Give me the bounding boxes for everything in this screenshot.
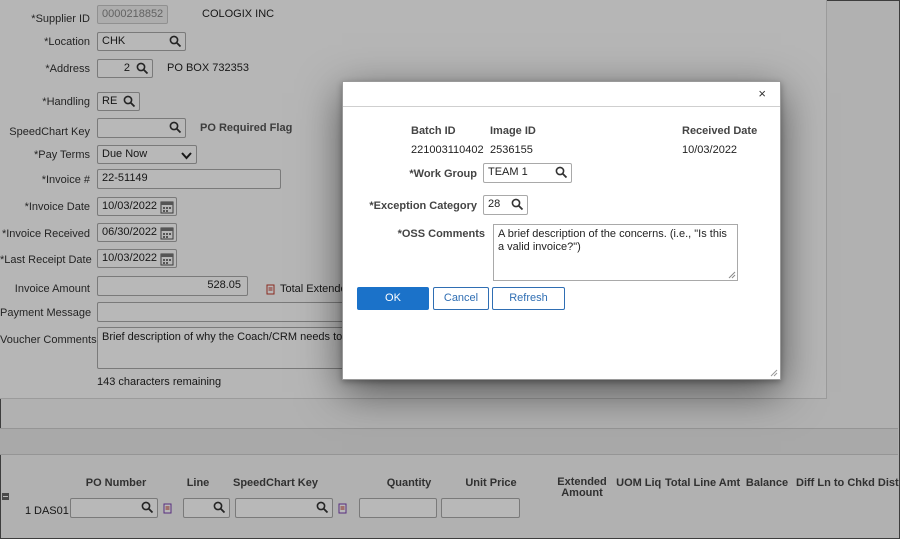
resize-grip-icon[interactable] [728, 271, 736, 279]
oss-comments-value: A brief description of the concerns. (i.… [498, 228, 727, 253]
work-group-value: TEAM 1 [488, 166, 528, 178]
resize-grip-icon[interactable] [770, 369, 778, 377]
oss-comments-textarea[interactable]: A brief description of the concerns. (i.… [493, 224, 738, 281]
received-date-value: 10/03/2022 [682, 144, 738, 156]
exception-category-field[interactable]: 28 [483, 195, 528, 215]
received-date-label: Received Date [682, 125, 758, 137]
oss-comments-label: *OSS Comments [397, 228, 485, 240]
cancel-button[interactable]: Cancel [433, 287, 489, 310]
batch-id-label: Batch ID [411, 125, 456, 137]
refresh-button[interactable]: Refresh [492, 287, 565, 310]
close-icon[interactable]: × [758, 86, 766, 101]
search-icon[interactable] [511, 198, 524, 211]
exception-dialog: × Batch ID 221003110402 Image ID 2536155… [342, 81, 781, 380]
work-group-field[interactable]: TEAM 1 [483, 163, 572, 183]
batch-id-value: 221003110402 [411, 144, 484, 156]
exception-category-value: 28 [488, 198, 501, 210]
image-id-value: 2536155 [490, 144, 533, 156]
work-group-label: *Work Group [409, 168, 477, 180]
exception-category-label: *Exception Category [369, 200, 477, 212]
ok-button[interactable]: OK [357, 287, 429, 310]
image-id-label: Image ID [490, 125, 536, 137]
search-icon[interactable] [555, 166, 568, 179]
dialog-header: × [343, 82, 780, 107]
